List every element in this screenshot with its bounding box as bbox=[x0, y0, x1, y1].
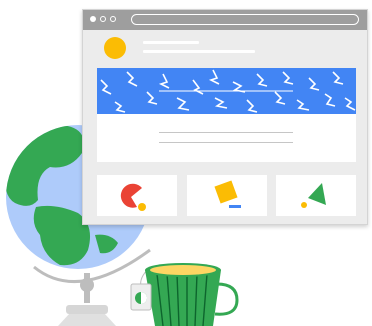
placeholder-line bbox=[159, 142, 293, 143]
teacup-icon bbox=[130, 263, 239, 326]
pie-chart-icon bbox=[120, 183, 147, 211]
address-bar bbox=[131, 14, 359, 25]
placeholder-line bbox=[143, 41, 199, 44]
browser-titlebar bbox=[83, 10, 367, 30]
window-dot-outline bbox=[110, 16, 116, 22]
hero-card bbox=[97, 68, 356, 162]
browser-window bbox=[82, 9, 368, 225]
hero-banner bbox=[97, 68, 356, 114]
illustration-scene bbox=[0, 0, 372, 326]
zigzag-pattern bbox=[100, 69, 356, 113]
placeholder-line bbox=[143, 50, 255, 53]
avatar bbox=[104, 37, 126, 59]
window-dot bbox=[90, 16, 96, 22]
feature-tile bbox=[276, 175, 356, 216]
feature-tile bbox=[187, 175, 267, 216]
triangle-shape-icon bbox=[301, 183, 326, 208]
square-shape-icon bbox=[214, 180, 241, 208]
feature-tile bbox=[97, 175, 177, 216]
placeholder-line bbox=[159, 132, 293, 133]
window-dot-outline bbox=[100, 16, 106, 22]
